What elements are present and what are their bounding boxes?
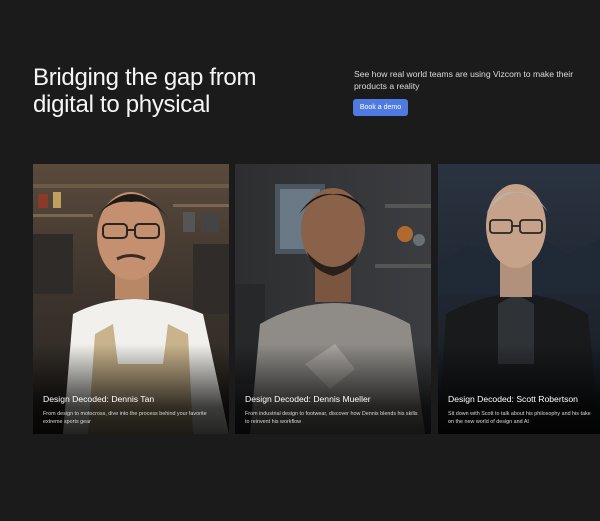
card-description: From design to motocross, dive into the … [43,411,207,425]
hero-description: See how real world teams are using Vizco… [354,69,574,91]
card-title: Design Decoded: Scott Robertson [448,394,578,404]
hero-title-line-2: digital to physical [33,91,211,118]
video-card-dennis-tan[interactable]: Design Decoded: Dennis Tan From design t… [33,164,229,434]
card-description: From industrial design to footwear, disc… [245,411,418,425]
hero-title: Bridging the gap from digital to physica… [33,64,323,118]
hero-title-line-1: Bridging the gap from [33,64,257,91]
video-card-dennis-mueller[interactable]: Design Decoded: Dennis Mueller From indu… [235,164,431,434]
card-description: Sit down with Scott to talk about his ph… [448,411,591,425]
card-title: Design Decoded: Dennis Mueller [245,394,371,404]
card-title: Design Decoded: Dennis Tan [43,394,155,404]
book-demo-button[interactable]: Book a demo [353,99,408,116]
video-card-scott-robertson[interactable]: Design Decoded: Scott Robertson Sit down… [438,164,600,434]
